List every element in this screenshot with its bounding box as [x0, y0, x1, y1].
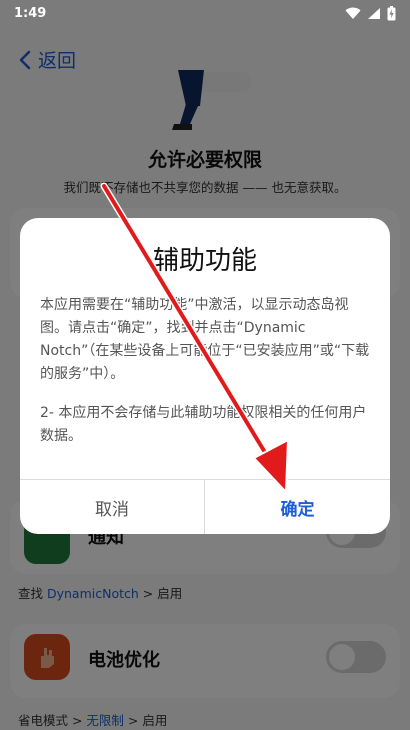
dialog-paragraph-1: 本应用需要在“辅助功能”中激活，以显示动态岛视图。请点击“确定”，找到并点击“D… — [40, 297, 370, 382]
signal-icon — [368, 7, 380, 19]
cancel-button[interactable]: 取消 — [20, 480, 204, 534]
confirm-button[interactable]: 确定 — [205, 480, 390, 534]
wifi-icon — [345, 7, 361, 19]
accessibility-dialog: 辅助功能 本应用需要在“辅助功能”中激活，以显示动态岛视图。请点击“确定”，找到… — [20, 218, 390, 534]
dialog-body: 本应用需要在“辅助功能”中激活，以显示动态岛视图。请点击“确定”，找到并点击“D… — [40, 294, 370, 448]
status-bar: 1:49 — [0, 0, 410, 26]
dialog-title: 辅助功能 — [152, 246, 257, 276]
status-time: 1:49 — [14, 5, 47, 21]
battery-charging-icon — [387, 5, 396, 20]
status-icons — [345, 5, 396, 21]
dialog-paragraph-2: 2- 本应用不会存储与此辅助功能权限相关的任何用户数据。 — [40, 405, 367, 444]
